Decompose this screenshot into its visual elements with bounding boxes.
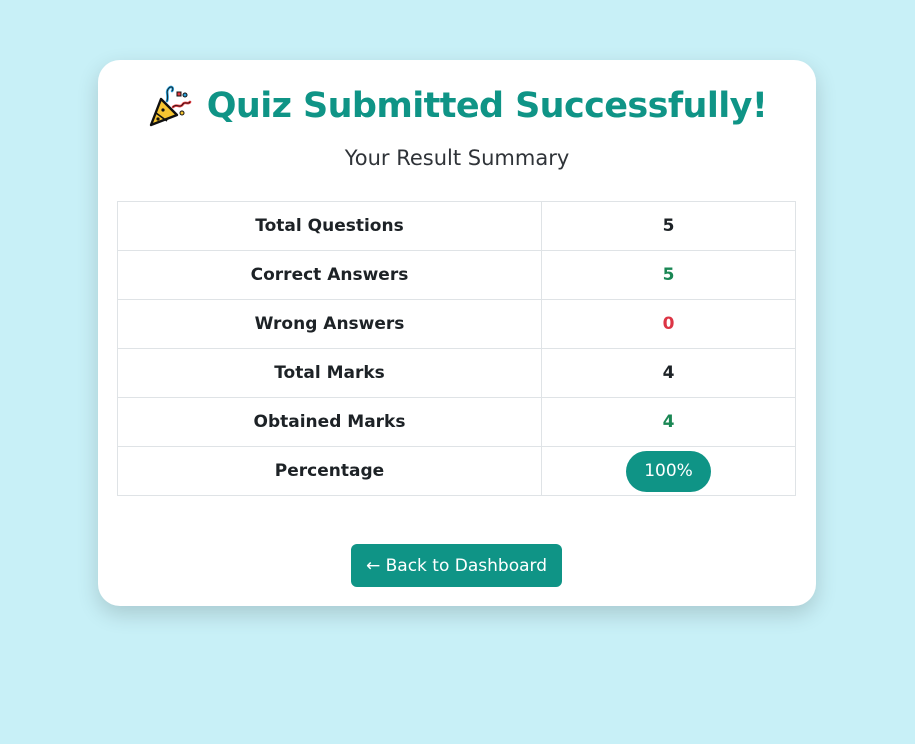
correct-answers-label: Correct Answers [117, 250, 542, 300]
party-popper-icon [149, 85, 192, 127]
page-title: Quiz Submitted Successfully! [206, 86, 768, 126]
percentage-cell: 100% [541, 446, 796, 496]
total-questions-label: Total Questions [117, 201, 542, 251]
result-summary-table: Total Questions 5 Correct Answers 5 Wron… [117, 201, 796, 496]
table-row: Correct Answers 5 [117, 250, 796, 300]
table-row: Wrong Answers 0 [117, 299, 796, 349]
table-row: Total Marks 4 [117, 348, 796, 398]
back-to-dashboard-button[interactable]: ← Back to Dashboard [351, 544, 562, 587]
wrong-answers-value: 0 [541, 299, 796, 349]
total-marks-value: 4 [541, 348, 796, 398]
table-row: Total Questions 5 [117, 201, 796, 251]
percentage-badge: 100% [626, 450, 711, 492]
correct-answers-value: 5 [541, 250, 796, 300]
wrong-answers-label: Wrong Answers [117, 299, 542, 349]
result-card: Quiz Submitted Successfully! Your Result… [98, 60, 816, 606]
percentage-label: Percentage [117, 446, 542, 496]
title-row: Quiz Submitted Successfully! [98, 80, 816, 132]
table-row: Percentage 100% [117, 446, 796, 496]
obtained-marks-label: Obtained Marks [117, 397, 542, 447]
total-questions-value: 5 [541, 201, 796, 251]
result-summary-subtitle: Your Result Summary [344, 146, 570, 170]
obtained-marks-value: 4 [541, 397, 796, 447]
total-marks-label: Total Marks [117, 348, 542, 398]
table-row: Obtained Marks 4 [117, 397, 796, 447]
